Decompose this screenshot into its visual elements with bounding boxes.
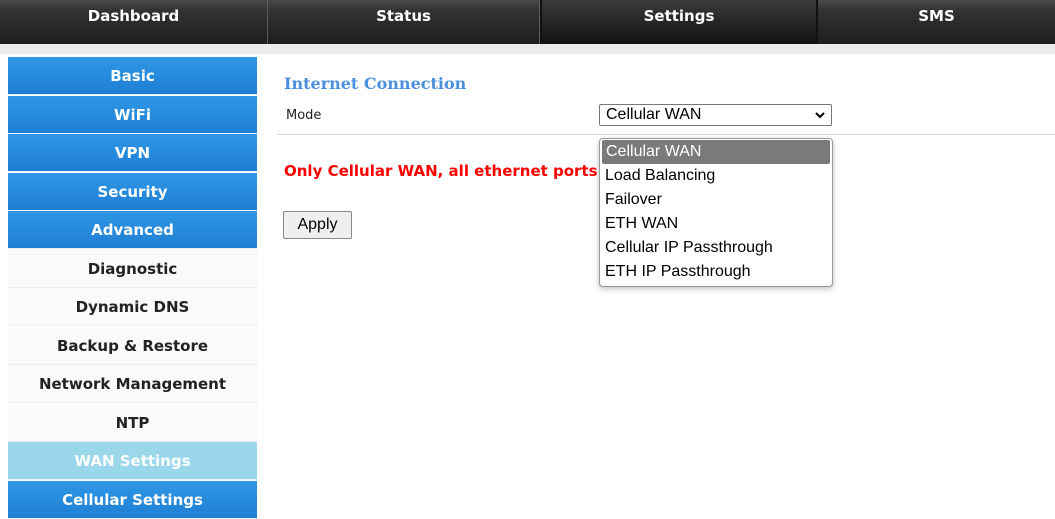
warning-message: Only Cellular WAN, all ethernet ports	[284, 162, 598, 180]
dropdown-option-cellular-ip-passthrough[interactable]: Cellular IP Passthrough	[600, 236, 832, 260]
sidebar-item-diagnostic[interactable]: Diagnostic	[8, 249, 257, 288]
mode-select[interactable]: Cellular WAN	[599, 104, 832, 126]
section-title: Internet Connection	[284, 74, 467, 93]
dropdown-option-failover[interactable]: Failover	[600, 188, 832, 212]
sidebar: Basic WiFi VPN Security Advanced Diagnos…	[8, 57, 257, 519]
sidebar-item-dynamic-dns[interactable]: Dynamic DNS	[8, 288, 257, 326]
top-navigation: Dashboard Status Settings SMS	[0, 0, 1055, 45]
sidebar-item-vpn[interactable]: VPN	[8, 134, 257, 172]
tab-settings[interactable]: Settings	[540, 0, 818, 44]
sidebar-item-basic[interactable]: Basic	[8, 57, 257, 95]
apply-button[interactable]: Apply	[283, 211, 352, 239]
tab-sms[interactable]: SMS	[818, 0, 1055, 44]
dropdown-option-cellular-wan[interactable]: Cellular WAN	[602, 140, 830, 164]
sidebar-item-security[interactable]: Security	[8, 172, 257, 211]
dropdown-option-eth-ip-passthrough[interactable]: ETH IP Passthrough	[600, 260, 832, 284]
sidebar-item-network-management[interactable]: Network Management	[8, 365, 257, 403]
sidebar-item-cellular-settings[interactable]: Cellular Settings	[8, 480, 257, 519]
sidebar-item-ntp[interactable]: NTP	[8, 403, 257, 442]
chevron-down-icon	[814, 105, 826, 131]
sub-bar	[0, 44, 1055, 54]
tab-status[interactable]: Status	[268, 0, 540, 44]
sidebar-item-advanced[interactable]: Advanced	[8, 211, 257, 249]
sidebar-item-wifi[interactable]: WiFi	[8, 95, 257, 134]
mode-dropdown-list: Cellular WAN Load Balancing Failover ETH…	[599, 138, 833, 287]
mode-row: Mode Cellular WAN	[277, 100, 1055, 135]
mode-label: Mode	[286, 108, 322, 123]
mode-select-value: Cellular WAN	[606, 106, 702, 123]
tab-dashboard[interactable]: Dashboard	[0, 0, 268, 44]
dropdown-option-load-balancing[interactable]: Load Balancing	[600, 164, 832, 188]
dropdown-option-eth-wan[interactable]: ETH WAN	[600, 212, 832, 236]
sidebar-item-wan-settings[interactable]: WAN Settings	[8, 442, 257, 480]
sidebar-item-backup-restore[interactable]: Backup & Restore	[8, 326, 257, 365]
